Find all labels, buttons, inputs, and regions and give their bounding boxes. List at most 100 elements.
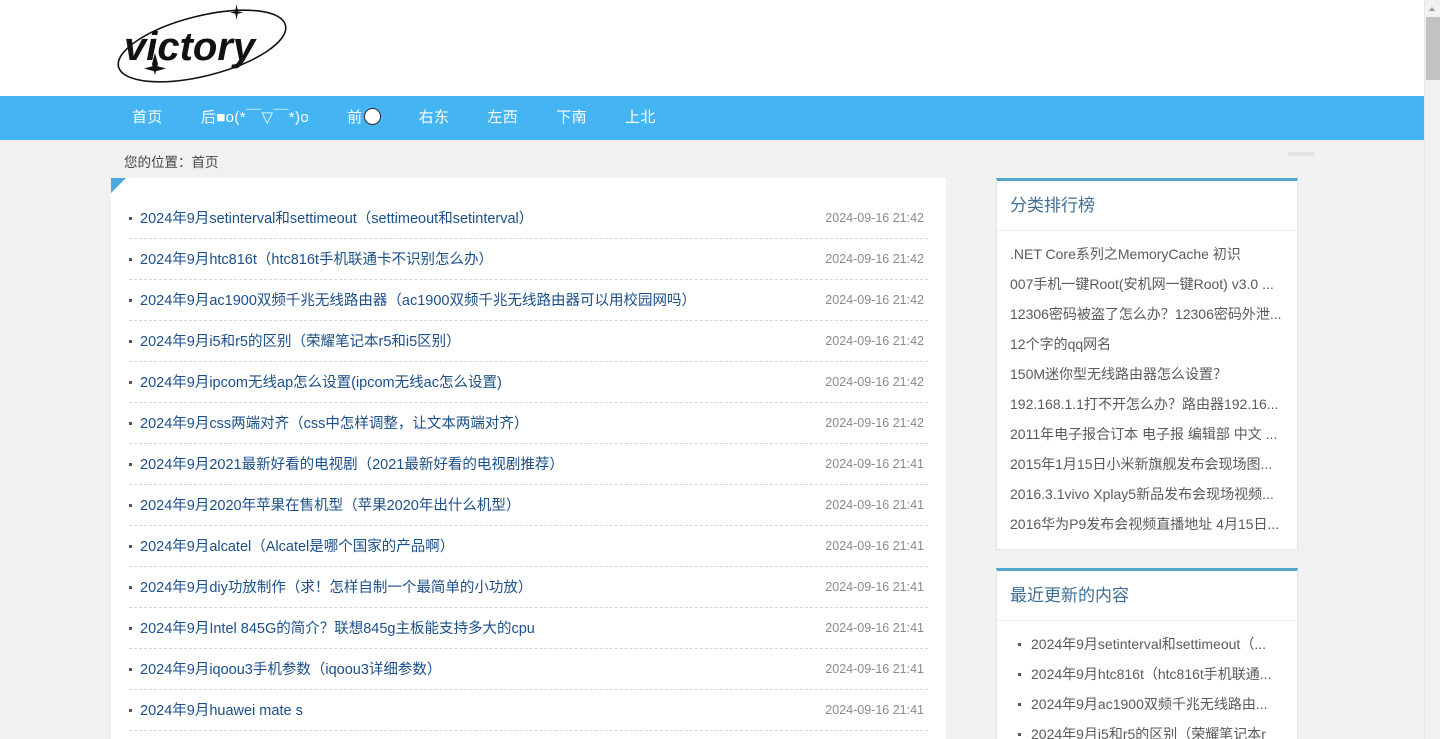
nav-item-east[interactable]: 右东 bbox=[400, 96, 469, 140]
list-item[interactable]: 2024年9月htc816t（htc816t手机联通卡不识别怎么办） 2024-… bbox=[129, 239, 928, 280]
main-nav: 首页 后■o(*￣▽￣*)o 前 右东 左西 下南 上北 bbox=[0, 96, 1424, 140]
list-item[interactable]: 2024年9月htc816t（htc816t手机联通... bbox=[997, 659, 1297, 689]
list-item[interactable]: 2011年电子报合订本 电子报 编辑部 中文 ... bbox=[997, 419, 1297, 449]
nav-item-front[interactable]: 前 bbox=[328, 96, 399, 140]
list-item[interactable]: 2015年1月15日小米新旗舰发布会现场图... bbox=[997, 449, 1297, 479]
page-scrollbar[interactable] bbox=[1424, 0, 1440, 739]
list-item[interactable]: 2024年9月diy功放制作（求！怎样自制一个最简单的小功放） 2024-09-… bbox=[129, 567, 928, 608]
nav-label: 前 bbox=[347, 109, 363, 126]
sidebar: 分类排行榜 .NET Core系列之MemoryCache 初识 007手机一键… bbox=[996, 178, 1298, 739]
list-item[interactable]: 2024年9月2020年苹果在售机型（苹果2020年出什么机型） 2024-09… bbox=[129, 485, 928, 526]
article-date: 2024-09-16 21:42 bbox=[825, 334, 924, 348]
bullet-icon bbox=[129, 504, 132, 507]
article-date: 2024-09-16 21:41 bbox=[825, 662, 924, 676]
article-title[interactable]: 2024年9月i5和r5的区别（荣耀笔记本r5和i5区别） bbox=[140, 334, 461, 350]
article-date: 2024-09-16 21:41 bbox=[825, 580, 924, 594]
list-item[interactable]: 2024年9月i5和r5的区别（荣耀笔记本r5和i5区别） 2024-09-16… bbox=[129, 321, 928, 362]
nav-item-south[interactable]: 下南 bbox=[537, 96, 606, 140]
browser-viewport: victory 首页 后■o(*￣▽￣*)o 前 右东 左西 下南 上北 您的位… bbox=[0, 0, 1424, 739]
article-title[interactable]: 2024年9月htc816t（htc816t手机联通卡不识别怎么办） bbox=[140, 252, 493, 268]
list-item[interactable]: 2024年9月css两端对齐（css中怎样调整，让文本两端对齐） 2024-09… bbox=[129, 403, 928, 444]
list-item[interactable]: 2024年9月huawei mate s 2024-09-16 21:41 bbox=[129, 690, 928, 731]
nav-label: 右东 bbox=[418, 109, 450, 126]
list-item[interactable]: 12306密码被盗了怎么办？12306密码外泄... bbox=[997, 299, 1297, 329]
rank-list: .NET Core系列之MemoryCache 初识 007手机一键Root(安… bbox=[997, 239, 1297, 539]
article-date: 2024-09-16 21:42 bbox=[825, 375, 924, 389]
article-title[interactable]: 2024年9月diy功放制作（求！怎样自制一个最简单的小功放） bbox=[140, 580, 532, 596]
list-item[interactable]: 2016.3.1vivo Xplay5新品发布会现场视频... bbox=[997, 479, 1297, 509]
list-item[interactable]: 2024年9月setinterval和settimeout（settimeout… bbox=[129, 198, 928, 239]
list-item[interactable]: 2024年9月alcatel（Alcatel是哪个国家的产品啊） 2024-09… bbox=[129, 526, 928, 567]
article-date: 2024-09-16 21:41 bbox=[825, 703, 924, 717]
recent-panel-title: 最近更新的内容 bbox=[997, 571, 1297, 621]
nav-label: 后■o(*￣▽￣*)o bbox=[200, 109, 310, 126]
nav-label: 下南 bbox=[556, 109, 588, 126]
bullet-icon bbox=[129, 709, 132, 712]
bullet-icon bbox=[129, 545, 132, 548]
list-item[interactable]: 2024年9月Intel 845G的简介？联想845g主板能支持多大的cpu 2… bbox=[129, 608, 928, 649]
bullet-icon bbox=[129, 340, 132, 343]
nav-label: 左西 bbox=[487, 109, 519, 126]
list-item[interactable]: 2016华为P9发布会视频直播地址 4月15日... bbox=[997, 509, 1297, 539]
article-date: 2024-09-16 21:41 bbox=[825, 498, 924, 512]
article-date: 2024-09-16 21:42 bbox=[825, 293, 924, 307]
scroll-up-arrow-icon[interactable] bbox=[1425, 0, 1440, 17]
breadcrumb-home-link[interactable]: 首页 bbox=[192, 155, 219, 170]
site-header: victory bbox=[0, 0, 1424, 96]
list-item[interactable]: 2024年9月ac1900双频千兆无线路由器（ac1900双频千兆无线路由器可以… bbox=[129, 280, 928, 321]
article-title[interactable]: 2024年9月huawei mate s bbox=[140, 703, 303, 719]
nav-item-north[interactable]: 上北 bbox=[606, 96, 675, 140]
article-date: 2024-09-16 21:42 bbox=[825, 252, 924, 266]
bullet-icon bbox=[129, 668, 132, 671]
scrollbar-thumb[interactable] bbox=[1426, 17, 1440, 80]
article-title[interactable]: 2024年9月Intel 845G的简介？联想845g主板能支持多大的cpu bbox=[140, 621, 535, 637]
corner-triangle-icon bbox=[111, 178, 126, 193]
nav-item-home[interactable]: 首页 bbox=[110, 96, 182, 140]
bullet-icon bbox=[129, 422, 132, 425]
breadcrumb-prefix: 您的位置： bbox=[124, 155, 192, 170]
article-date: 2024-09-16 21:41 bbox=[825, 457, 924, 471]
article-date: 2024-09-16 21:41 bbox=[825, 621, 924, 635]
list-item[interactable]: 2024年9月setinterval和settimeout（... bbox=[997, 629, 1297, 659]
article-list: 2024年9月setinterval和settimeout（settimeout… bbox=[111, 178, 946, 731]
list-item[interactable]: 2024年9月ac1900双频千兆无线路由... bbox=[997, 689, 1297, 719]
list-item[interactable]: 2024年9月iqoou3手机参数（iqoou3详细参数） 2024-09-16… bbox=[129, 649, 928, 690]
list-item[interactable]: 150M迷你型无线路由器怎么设置？ bbox=[997, 359, 1297, 389]
victory-logo-icon: victory bbox=[117, 4, 287, 83]
list-item[interactable]: .NET Core系列之MemoryCache 初识 bbox=[997, 239, 1297, 269]
article-date: 2024-09-16 21:42 bbox=[825, 416, 924, 430]
recent-list: 2024年9月setinterval和settimeout（... 2024年9… bbox=[997, 629, 1297, 739]
bullet-icon bbox=[129, 381, 132, 384]
list-item[interactable]: 007手机一键Root(安机网一键Root) v3.0 ... bbox=[997, 269, 1297, 299]
nav-item-back[interactable]: 后■o(*￣▽￣*)o bbox=[182, 96, 328, 140]
list-item[interactable]: 2024年9月ipcom无线ap怎么设置(ipcom无线ac怎么设置) 2024… bbox=[129, 362, 928, 403]
bullet-icon bbox=[129, 258, 132, 261]
breadcrumb: 您的位置：首页 bbox=[124, 151, 219, 171]
article-title[interactable]: 2024年9月2020年苹果在售机型（苹果2020年出什么机型） bbox=[140, 498, 520, 514]
site-logo[interactable]: victory bbox=[110, 2, 320, 92]
nav-item-west[interactable]: 左西 bbox=[468, 96, 537, 140]
article-date: 2024-09-16 21:41 bbox=[825, 539, 924, 553]
decorative-rule bbox=[1288, 152, 1314, 156]
bullet-icon bbox=[129, 463, 132, 466]
article-title[interactable]: 2024年9月iqoou3手机参数（iqoou3详细参数） bbox=[140, 662, 441, 678]
bullet-icon bbox=[129, 627, 132, 630]
logo-wordmark: victory bbox=[124, 25, 257, 69]
article-title[interactable]: 2024年9月ac1900双频千兆无线路由器（ac1900双频千兆无线路由器可以… bbox=[140, 293, 696, 309]
list-item[interactable]: 192.168.1.1打不开怎么办？路由器192.16... bbox=[997, 389, 1297, 419]
article-date: 2024-09-16 21:42 bbox=[825, 211, 924, 225]
circle-glyph-icon bbox=[363, 108, 381, 125]
bullet-icon bbox=[129, 217, 132, 220]
article-title[interactable]: 2024年9月ipcom无线ap怎么设置(ipcom无线ac怎么设置) bbox=[140, 375, 502, 391]
article-title[interactable]: 2024年9月setinterval和settimeout（settimeout… bbox=[140, 211, 533, 227]
article-title[interactable]: 2024年9月alcatel（Alcatel是哪个国家的产品啊） bbox=[140, 539, 454, 555]
nav-list: 首页 后■o(*￣▽￣*)o 前 右东 左西 下南 上北 bbox=[0, 96, 1424, 140]
list-item[interactable]: 2024年9月2021最新好看的电视剧（2021最新好看的电视剧推荐） 2024… bbox=[129, 444, 928, 485]
recent-panel: 最近更新的内容 2024年9月setinterval和settimeout（..… bbox=[996, 568, 1298, 739]
list-item[interactable]: 2024年9月i5和r5的区别（荣耀笔记本r bbox=[997, 719, 1297, 739]
breadcrumb-bar: 您的位置：首页 bbox=[0, 140, 1424, 178]
list-item[interactable]: 12个字的qq网名 bbox=[997, 329, 1297, 359]
article-title[interactable]: 2024年9月css两端对齐（css中怎样调整，让文本两端对齐） bbox=[140, 416, 528, 432]
bullet-icon bbox=[129, 586, 132, 589]
article-title[interactable]: 2024年9月2021最新好看的电视剧（2021最新好看的电视剧推荐） bbox=[140, 457, 564, 473]
